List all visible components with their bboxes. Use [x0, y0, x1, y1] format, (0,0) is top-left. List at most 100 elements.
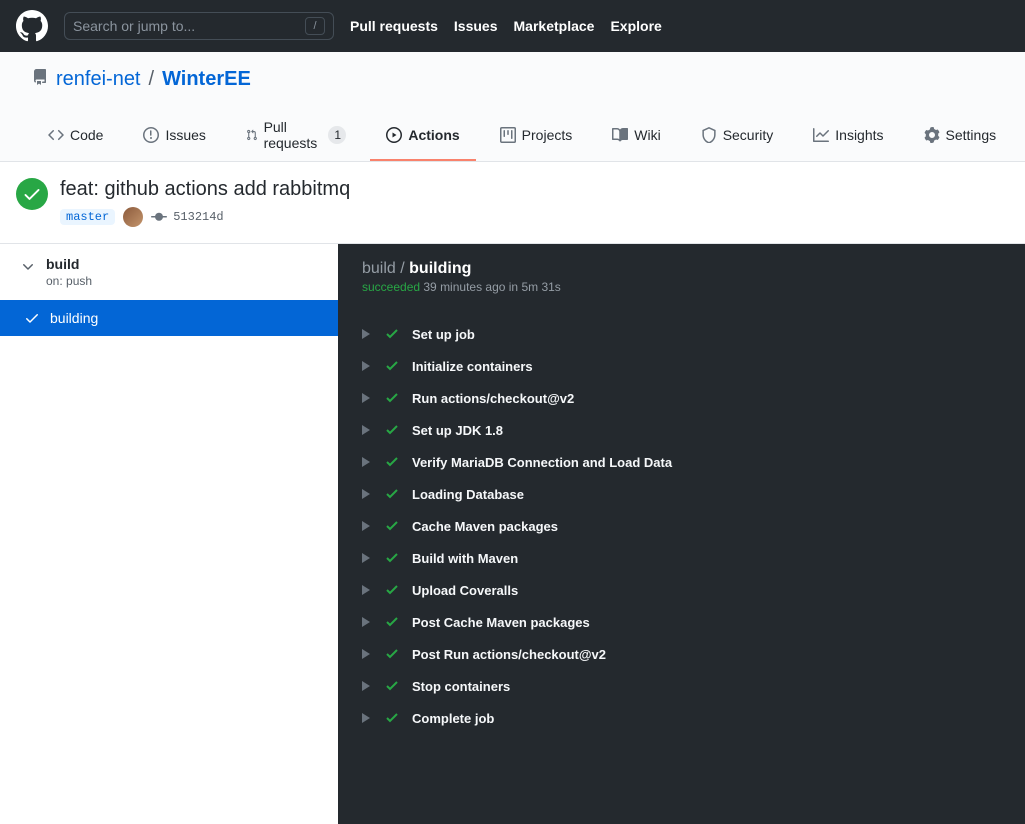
step-row[interactable]: Build with Maven [338, 542, 1025, 574]
step-row[interactable]: Post Run actions/checkout@v2 [338, 638, 1025, 670]
step-row[interactable]: Loading Database [338, 478, 1025, 510]
step-row[interactable]: Post Cache Maven packages [338, 606, 1025, 638]
check-icon [384, 326, 400, 342]
issue-icon [143, 127, 159, 143]
branch-badge[interactable]: master [60, 209, 115, 225]
step-row[interactable]: Cache Maven packages [338, 510, 1025, 542]
check-icon [384, 710, 400, 726]
tab-actions[interactable]: Actions [370, 111, 475, 161]
job-item-selected[interactable]: building [0, 300, 338, 336]
workflow-name: build [46, 256, 92, 272]
tab-security[interactable]: Security [685, 111, 790, 161]
caret-right-icon [362, 425, 372, 435]
github-logo[interactable] [16, 10, 48, 42]
caret-right-icon [362, 617, 372, 627]
step-name: Complete job [412, 711, 494, 726]
step-name: Cache Maven packages [412, 519, 558, 534]
search-slash-hint: / [305, 17, 325, 35]
log-panel: build / building succeeded 39 minutes ag… [338, 244, 1025, 824]
run-meta: master 513214d [60, 207, 350, 227]
caret-right-icon [362, 585, 372, 595]
caret-right-icon [362, 649, 372, 659]
jobs-sidebar: build on: push building [0, 244, 338, 824]
step-row[interactable]: Upload Coveralls [338, 574, 1025, 606]
caret-right-icon [362, 329, 372, 339]
check-icon [384, 614, 400, 630]
nav-pull-requests[interactable]: Pull requests [350, 18, 438, 34]
step-name: Upload Coveralls [412, 583, 518, 598]
global-header: Search or jump to... / Pull requests Iss… [0, 0, 1025, 52]
step-name: Set up job [412, 327, 475, 342]
play-icon [386, 127, 402, 143]
commit-icon [151, 209, 167, 225]
run-layout: build on: push building build / building… [0, 244, 1025, 824]
book-icon [612, 127, 628, 143]
tab-pull-requests[interactable]: Pull requests 1 [230, 111, 362, 161]
pr-icon [246, 127, 258, 143]
check-icon [384, 486, 400, 502]
check-icon [384, 422, 400, 438]
step-name: Stop containers [412, 679, 510, 694]
repo-tabs: Code Issues Pull requests 1 Actions Proj… [32, 111, 993, 161]
step-name: Initialize containers [412, 359, 533, 374]
step-name: Set up JDK 1.8 [412, 423, 503, 438]
workflow-run-header: feat: github actions add rabbitmq master… [0, 162, 1025, 244]
search-placeholder: Search or jump to... [73, 18, 195, 34]
job-name: building [50, 310, 98, 326]
step-row[interactable]: Complete job [338, 702, 1025, 734]
log-header: build / building succeeded 39 minutes ag… [338, 244, 1025, 310]
tab-insights[interactable]: Insights [797, 111, 899, 161]
caret-right-icon [362, 553, 372, 563]
step-row[interactable]: Set up JDK 1.8 [338, 414, 1025, 446]
tab-wiki[interactable]: Wiki [596, 111, 676, 161]
caret-right-icon [362, 521, 372, 531]
repo-owner-link[interactable]: renfei-net [56, 68, 141, 91]
tab-settings[interactable]: Settings [908, 111, 1013, 161]
step-name: Run actions/checkout@v2 [412, 391, 574, 406]
author-avatar[interactable] [123, 207, 143, 227]
step-name: Loading Database [412, 487, 524, 502]
run-title: feat: github actions add rabbitmq [60, 178, 350, 201]
nav-marketplace[interactable]: Marketplace [514, 18, 595, 34]
caret-right-icon [362, 713, 372, 723]
nav-explore[interactable]: Explore [610, 18, 661, 34]
repo-name-link[interactable]: WinterEE [162, 68, 251, 91]
step-name: Verify MariaDB Connection and Load Data [412, 455, 672, 470]
nav-issues[interactable]: Issues [454, 18, 498, 34]
check-icon [384, 390, 400, 406]
code-icon [48, 127, 64, 143]
run-status-success-icon [16, 178, 48, 210]
step-row[interactable]: Initialize containers [338, 350, 1025, 382]
tab-projects[interactable]: Projects [484, 111, 589, 161]
tab-code[interactable]: Code [32, 111, 119, 161]
caret-right-icon [362, 457, 372, 467]
repo-icon [32, 68, 48, 91]
primary-nav: Pull requests Issues Marketplace Explore [350, 18, 662, 34]
path-separator: / [149, 68, 155, 91]
step-name: Build with Maven [412, 551, 518, 566]
check-icon [24, 310, 40, 326]
caret-right-icon [362, 393, 372, 403]
graph-icon [813, 127, 829, 143]
check-icon [384, 454, 400, 470]
pr-count-badge: 1 [328, 126, 346, 144]
shield-icon [701, 127, 717, 143]
step-row[interactable]: Verify MariaDB Connection and Load Data [338, 446, 1025, 478]
check-icon [384, 550, 400, 566]
step-row[interactable]: Run actions/checkout@v2 [338, 382, 1025, 414]
log-breadcrumb: build / building [362, 260, 1001, 278]
step-row[interactable]: Set up job [338, 318, 1025, 350]
workflow-item[interactable]: build on: push [0, 244, 338, 300]
project-icon [500, 127, 516, 143]
check-icon [384, 646, 400, 662]
step-name: Post Run actions/checkout@v2 [412, 647, 606, 662]
commit-link[interactable]: 513214d [151, 209, 223, 225]
check-icon [384, 358, 400, 374]
workflow-trigger: on: push [46, 274, 92, 288]
step-row[interactable]: Stop containers [338, 670, 1025, 702]
check-icon [384, 518, 400, 534]
search-input[interactable]: Search or jump to... / [64, 12, 334, 40]
caret-right-icon [362, 489, 372, 499]
log-status: succeeded 39 minutes ago in 5m 31s [362, 280, 1001, 294]
tab-issues[interactable]: Issues [127, 111, 221, 161]
